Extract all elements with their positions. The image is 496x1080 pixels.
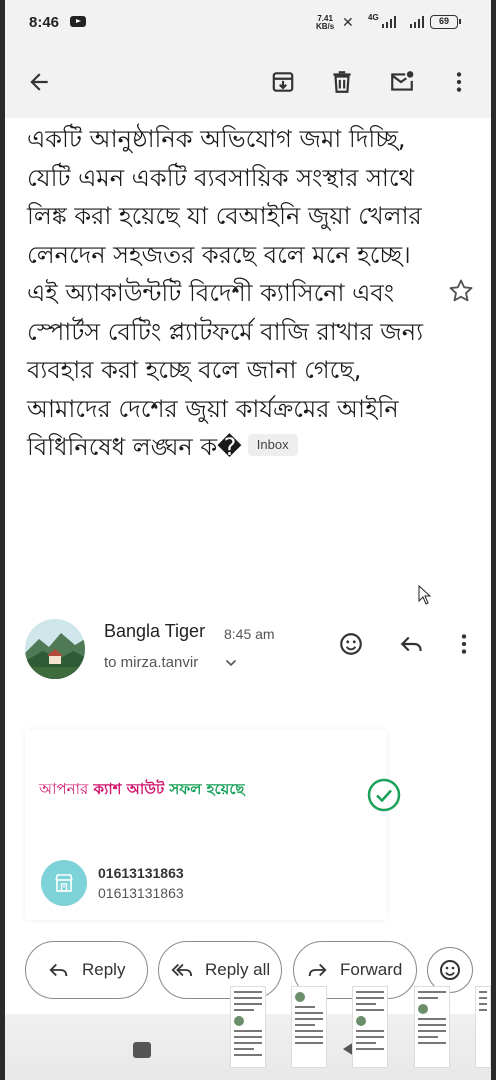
battery-icon: 69 [430,15,461,29]
success-check-icon [367,778,401,812]
trash-icon[interactable] [328,68,356,96]
chevron-down-icon[interactable] [224,656,238,670]
battery-level: 69 [438,16,449,26]
reply-button[interactable]: Reply [25,941,148,999]
sent-time: 8:45 am [224,626,275,642]
reply-all-button-label: Reply all [205,960,271,979]
add-reaction-icon[interactable] [337,630,365,658]
email-subject-text: একটি আনুষ্ঠানিক অভিযোগ জমা দিচ্ছি, যেটি … [27,125,424,461]
youtube-notification-icon [70,16,86,27]
cashout-notification-card: আপনার ক্যাশ আউট সফল হয়েছে 01613131863 0… [25,730,401,920]
mouse-cursor-icon [418,585,432,605]
message-word-2: ক্যাশ আউট [93,780,165,798]
email-subject: একটি আনুষ্ঠানিক অভিযোগ জমা দিচ্ছি, যেটি … [27,120,427,467]
gmail-screen: 8:46 7.41 KB/s ✕ 4G 69 একটি আনুষ্ঠানিক অ… [5,0,491,1080]
inbox-label-badge[interactable]: Inbox [247,434,298,456]
more-vert-icon[interactable] [445,68,473,96]
screenshot-thumbnail-5[interactable] [475,986,491,1068]
star-icon[interactable] [447,277,475,305]
status-bar: 8:46 7.41 KB/s ✕ 4G 69 [5,0,491,46]
sender-more-icon[interactable] [450,630,478,658]
signal-icon [382,16,396,28]
signal-icon-2 [410,16,424,28]
emoji-icon [440,960,460,980]
account-number-secondary: 01613131863 [98,885,184,901]
recents-nav-icon[interactable] [133,1042,151,1058]
sender-name[interactable]: Bangla Tiger [104,621,205,642]
network-type: 4G [368,13,379,22]
forward-button-label: Forward [340,960,403,979]
archive-icon[interactable] [269,68,297,96]
reply-button-label: Reply [82,960,126,979]
recipient-details[interactable]: to mirza.tanvir [104,654,198,671]
email-toolbar [5,46,491,118]
message-word-1: আপনার [39,780,89,798]
account-number: 01613131863 [98,865,184,881]
screenshot-thumbnail-3[interactable] [352,986,388,1068]
cashout-message: আপনার ক্যাশ আউট সফল হয়েছে [39,778,245,803]
sender-avatar[interactable] [25,619,85,679]
message-word-3: সফল হয়েছে [169,780,245,798]
screenshot-thumbnail-2[interactable] [291,986,327,1068]
screenshot-thumbnail-4[interactable] [414,986,450,1068]
network-speed: 7.41 KB/s [316,15,334,31]
screenshot-thumbnail-1[interactable] [230,986,266,1068]
network-speed-unit: KB/s [316,22,335,31]
arrow-back-icon[interactable] [25,68,53,96]
forward-icon [308,963,327,977]
reply-icon[interactable] [398,630,426,658]
vibrate-off-icon: ✕ [342,14,354,30]
status-time: 8:46 [29,14,60,31]
reply-all-icon [171,963,193,977]
reply-icon [49,963,68,977]
store-icon [41,860,87,906]
mark-unread-icon[interactable] [388,68,416,96]
